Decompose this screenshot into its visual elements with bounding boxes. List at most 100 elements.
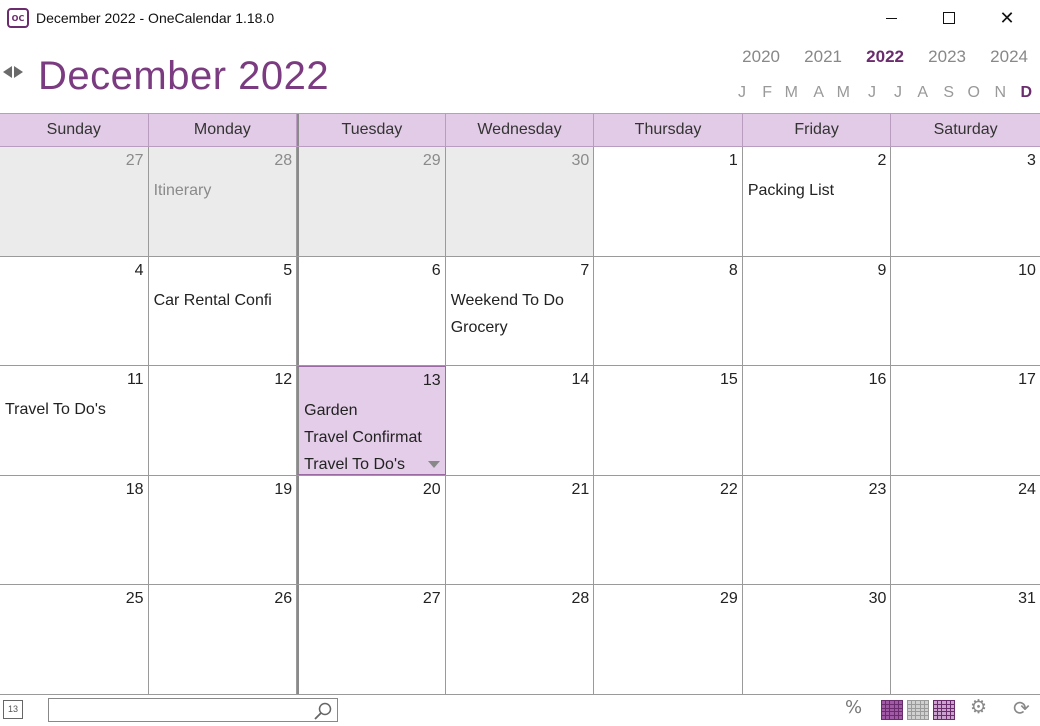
event-item[interactable]: Itinerary (153, 177, 293, 204)
maximize-button[interactable] (920, 0, 978, 36)
day-number: 6 (431, 261, 441, 279)
day-cell[interactable]: 5 Car Rental Confi (149, 256, 298, 366)
day-number: 12 (274, 371, 293, 389)
day-cell[interactable]: 22 (594, 475, 743, 585)
day-cell[interactable]: 6 (297, 256, 446, 366)
day-number: 25 (125, 590, 144, 608)
day-cell[interactable]: 27 (297, 585, 446, 694)
day-number: 19 (274, 480, 293, 498)
day-cell[interactable]: 3 (891, 147, 1040, 256)
year-2020[interactable]: 2020 (718, 47, 780, 67)
day-cell[interactable]: 21 (446, 475, 595, 585)
day-cell[interactable]: 10 (891, 257, 1040, 366)
month-letter-3[interactable]: M (772, 84, 798, 102)
day-cell[interactable]: 16 (743, 366, 892, 475)
day-cell[interactable]: 28 (446, 585, 595, 694)
event-item[interactable]: Car Rental Confi (153, 287, 293, 314)
day-cell[interactable]: 25 (0, 585, 149, 694)
day-cell[interactable]: 30 (743, 585, 892, 694)
year-2022[interactable]: 2022 (842, 47, 904, 67)
day-cell[interactable]: 1 (594, 147, 743, 256)
day-number: 13 (422, 372, 441, 390)
weeks-container: 27 28 Itinerary 29 30 1 2 Packing List 3 4 5 Car Re… (0, 147, 1040, 695)
day-cell[interactable]: 2 Packing List (743, 147, 892, 256)
month-letter-1[interactable]: J (720, 84, 746, 102)
event-list: Travel To Do's (4, 396, 144, 423)
event-list: Weekend To Do Grocery (450, 287, 590, 341)
month-letter-8[interactable]: A (902, 84, 928, 102)
day-cell[interactable]: 19 (149, 475, 298, 585)
window-title: December 2022 - OneCalendar 1.18.0 (36, 10, 275, 26)
maximize-icon (943, 12, 955, 24)
month-letter-7[interactable]: J (876, 84, 902, 102)
day-cell[interactable]: 20 (297, 475, 446, 585)
day-cell[interactable]: 28 Itinerary (148, 147, 298, 256)
event-item[interactable]: Travel To Do's (4, 396, 144, 423)
day-cell[interactable]: 15 (594, 366, 743, 475)
day-cell[interactable]: 30 (445, 147, 595, 256)
day-cell[interactable]: 8 (594, 256, 743, 366)
month-view-icon[interactable] (881, 700, 903, 720)
week-view-icon[interactable] (907, 700, 929, 720)
month-letter-5[interactable]: M (824, 84, 850, 102)
month-letter-6[interactable]: J (850, 84, 876, 102)
event-item[interactable]: Grocery (450, 314, 590, 341)
day-cell[interactable]: 27 (0, 147, 149, 256)
event-item[interactable]: Packing List (747, 177, 887, 204)
day-cell-today[interactable]: 13 Garden Travel Confirmat Travel To Do's (297, 366, 446, 475)
settings-gear-icon[interactable]: ⚙ (970, 696, 992, 718)
month-letter-9[interactable]: S (928, 84, 954, 102)
day-cell[interactable]: 23 (743, 475, 892, 585)
day-number: 15 (720, 371, 738, 389)
day-cell[interactable]: 7 Weekend To Do Grocery (446, 256, 595, 366)
previous-month-arrow-icon[interactable] (3, 66, 12, 78)
month-grid: Sunday Monday Tuesday Wednesday Thursday Frid… (0, 113, 1040, 695)
search-input[interactable] (48, 698, 338, 722)
day-cell[interactable]: 14 (446, 366, 595, 475)
close-button[interactable]: ✕ (978, 0, 1036, 36)
day-cell[interactable]: 11 Travel To Do's (0, 366, 149, 475)
title-bar: OC December 2022 - OneCalendar 1.18.0 ✕ (0, 0, 1040, 36)
percent-icon[interactable]: % (845, 697, 867, 718)
day-cell[interactable]: 18 (0, 475, 149, 585)
close-icon: ✕ (999, 7, 1015, 29)
day-cell[interactable]: 4 (0, 256, 149, 366)
more-events-dropdown-icon[interactable] (427, 460, 440, 468)
event-item[interactable]: Travel To Do's (303, 451, 441, 478)
day-cell[interactable]: 12 (149, 366, 298, 475)
day-number: 7 (580, 261, 590, 279)
day-cell[interactable]: 31 (891, 585, 1040, 694)
day-number: 27 (422, 590, 441, 608)
day-number: 28 (571, 590, 590, 608)
multi-month-view-icon[interactable] (933, 700, 955, 720)
month-nav (3, 66, 25, 78)
month-letter-12[interactable]: D (1006, 84, 1032, 102)
year-2021[interactable]: 2021 (780, 47, 842, 67)
day-number: 2 (877, 152, 887, 169)
year-2024[interactable]: 2024 (966, 47, 1028, 67)
event-item[interactable]: Travel Confirmat (303, 424, 441, 451)
day-cell[interactable]: 26 (149, 585, 298, 694)
month-letter-2[interactable]: F (746, 84, 772, 102)
day-number: 29 (720, 590, 738, 608)
day-cell[interactable]: 29 (297, 147, 446, 256)
year-2023[interactable]: 2023 (904, 47, 966, 67)
day-cell[interactable]: 29 (594, 585, 743, 694)
search-icon[interactable] (313, 701, 333, 721)
day-cell[interactable]: 9 (743, 256, 892, 366)
refresh-icon[interactable]: ⟳ (1013, 696, 1035, 720)
month-letter-4[interactable]: A (798, 84, 824, 102)
go-to-today-icon[interactable]: 13 (3, 700, 23, 719)
day-cell[interactable]: 17 (891, 366, 1040, 475)
event-item[interactable]: Garden (303, 397, 441, 424)
day-cell[interactable]: 24 (891, 476, 1040, 585)
minimize-button[interactable] (862, 0, 920, 36)
day-number: 21 (571, 480, 590, 498)
event-list: Itinerary (153, 177, 293, 204)
day-number: 5 (283, 261, 293, 279)
next-month-arrow-icon[interactable] (14, 66, 23, 78)
event-item[interactable]: Weekend To Do (450, 287, 590, 314)
bottom-toolbar: 13 % ⚙ ⟳ (0, 696, 1040, 726)
month-letter-10[interactable]: O (954, 84, 980, 102)
month-letter-11[interactable]: N (980, 84, 1006, 102)
